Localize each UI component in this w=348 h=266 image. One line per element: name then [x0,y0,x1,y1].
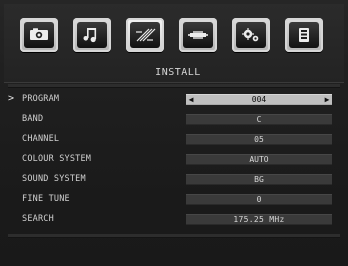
fine-tune-label: FINE TUNE [22,194,70,204]
menu-row-fine-tune[interactable]: FINE TUNE 0 [8,190,340,210]
panel-tab[interactable] [285,18,323,52]
sound-tab-frame [77,22,107,48]
bottom-divider [8,234,340,237]
settings-gear-icon [242,28,259,42]
program-value-box[interactable]: ◀ 004 ▶ [186,94,332,105]
band-value: C [256,115,262,124]
sound-tab[interactable] [73,18,111,52]
install-settings-list: > PROGRAM ◀ 004 ▶ BAND C CHANNEL 05 COLO… [8,90,340,234]
panel-tab-frame [289,22,319,48]
search-value-box[interactable]: 175.25 MHz [186,214,332,225]
top-menu-bar: INSTALL [4,4,344,83]
program-value: 004 [251,95,267,104]
colour-system-label: COLOUR SYSTEM [22,154,92,164]
right-arrow-icon[interactable]: ▶ [322,94,332,105]
colour-system-value: AUTO [249,155,269,164]
menu-row-sound-system[interactable]: SOUND SYSTEM BG [8,170,340,190]
top-divider [8,84,340,87]
menu-row-band[interactable]: BAND C [8,110,340,130]
channel-value: 05 [254,135,264,144]
panel-icon [299,28,309,42]
picture-icon [30,28,48,40]
install-tab[interactable] [126,18,164,52]
band-value-box[interactable]: C [186,114,332,125]
picture-tab-frame [24,22,54,48]
sound-system-value-box[interactable]: BG [186,174,332,185]
search-value: 175.25 MHz [233,215,285,224]
row-selector-arrow: > [8,93,15,104]
colour-system-value-box[interactable]: AUTO [186,154,332,165]
search-label: SEARCH [22,214,54,224]
picture-tab[interactable] [20,18,58,52]
settings-tab[interactable] [232,18,270,52]
channel-value-box[interactable]: 05 [186,134,332,145]
menu-row-search[interactable]: SEARCH 175.25 MHz [8,210,340,230]
tools-icon [136,28,156,42]
empty-footer-area [8,238,340,258]
connector-icon [188,31,208,39]
menu-row-program[interactable]: > PROGRAM ◀ 004 ▶ [8,90,340,110]
music-note-icon [83,28,97,43]
install-tab-frame [130,22,160,48]
settings-tab-frame [236,22,266,48]
channel-label: CHANNEL [22,134,60,144]
sound-system-label: SOUND SYSTEM [22,174,86,184]
program-label: PROGRAM [22,94,60,104]
fine-tune-value-box[interactable]: 0 [186,194,332,205]
band-label: BAND [22,114,44,124]
sound-system-value: BG [254,175,264,184]
menu-row-colour-system[interactable]: COLOUR SYSTEM AUTO [8,150,340,170]
page-title: INSTALL [155,67,201,78]
install-menu-screen: INSTALL > PROGRAM ◀ 004 ▶ BAND C CHANNEL… [0,0,348,266]
connection-tab-frame [183,22,213,48]
fine-tune-value: 0 [256,195,262,204]
connection-tab[interactable] [179,18,217,52]
menu-row-channel[interactable]: CHANNEL 05 [8,130,340,150]
